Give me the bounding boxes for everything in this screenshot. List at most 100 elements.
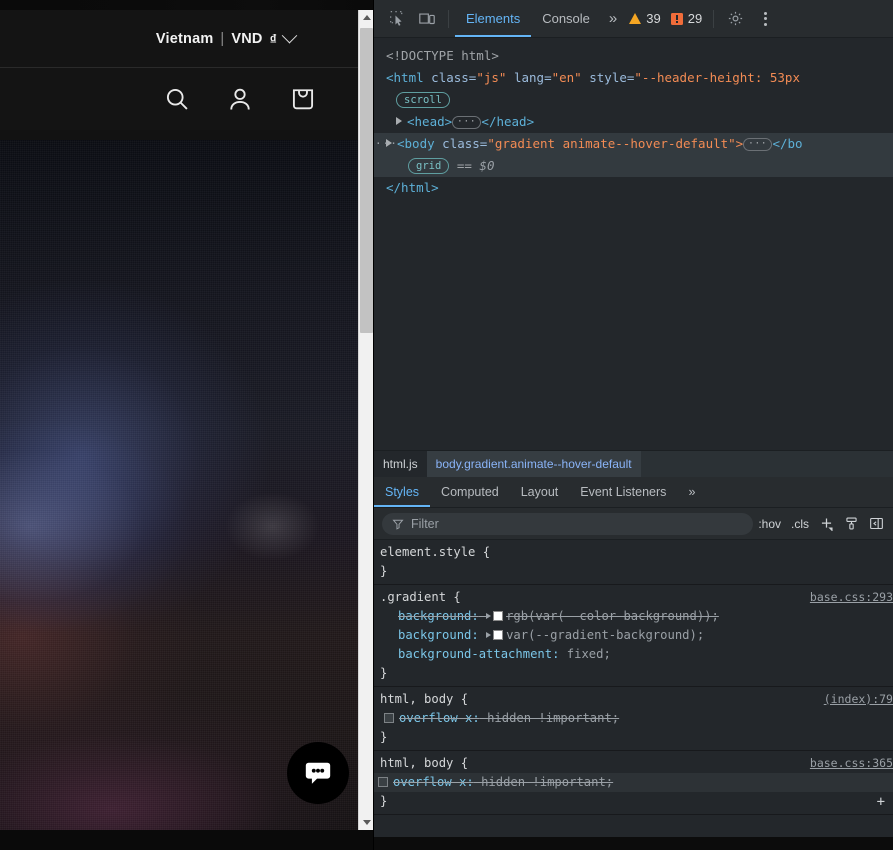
declaration-background-1[interactable]: background: rgb(var(--color-background))… bbox=[380, 607, 893, 626]
filter-placeholder: Filter bbox=[411, 516, 439, 531]
dom-line-html-open[interactable]: <html class="js" lang="en" style="--head… bbox=[374, 67, 893, 89]
declaration-checkbox[interactable] bbox=[384, 713, 394, 723]
tab-layout[interactable]: Layout bbox=[510, 477, 570, 507]
styles-rules-pane: element.style { } .gradient { base.css:2… bbox=[374, 540, 893, 837]
sidebar-more-tabs-icon[interactable]: » bbox=[677, 477, 706, 507]
errors-badge[interactable]: 29 bbox=[666, 11, 707, 26]
toolbar-divider bbox=[448, 9, 449, 28]
locale-country: Vietnam bbox=[155, 30, 214, 47]
collapsed-children-icon-body[interactable]: ··· bbox=[743, 138, 773, 151]
toolbar-divider-2 bbox=[713, 9, 715, 28]
hov-button[interactable]: :hov bbox=[753, 517, 786, 531]
style-rule-htmlbody-basecss: html, body { base.css:365 overflow-x: hi… bbox=[374, 751, 893, 815]
screen-root: Vietnam | VND ₫ Elements Console » 39 29… bbox=[0, 0, 893, 850]
search-icon[interactable] bbox=[163, 85, 191, 113]
rule-origin-link[interactable]: (index):79 bbox=[824, 690, 893, 709]
rule-close: } bbox=[380, 794, 388, 808]
add-style-rule-icon[interactable] bbox=[814, 516, 839, 531]
color-swatch-2[interactable] bbox=[493, 630, 504, 640]
tab-computed[interactable]: Computed bbox=[430, 477, 510, 507]
breadcrumb: html.js body.gradient.animate--hover-def… bbox=[374, 450, 893, 477]
filter-icon bbox=[392, 519, 404, 530]
dom-line-html-close: </html> bbox=[386, 180, 439, 195]
declaration-background-2[interactable]: background: var(--gradient-background); bbox=[380, 626, 893, 645]
scroll-down-arrow-icon[interactable] bbox=[359, 815, 373, 830]
rule-selector[interactable]: html, body { bbox=[380, 692, 468, 706]
tab-console[interactable]: Console bbox=[531, 0, 601, 37]
rule-close: } bbox=[380, 564, 388, 578]
rule-selector[interactable]: element.style { bbox=[380, 545, 490, 559]
scroll-badge[interactable]: scroll bbox=[396, 92, 450, 108]
rule-selector[interactable]: html, body { bbox=[380, 756, 468, 770]
breadcrumb-item-html[interactable]: html.js bbox=[374, 451, 427, 477]
browser-page-pane: Vietnam | VND ₫ bbox=[0, 0, 373, 850]
page-scrollbar[interactable] bbox=[358, 10, 373, 830]
color-swatch[interactable] bbox=[493, 611, 504, 621]
device-toolbar-icon[interactable] bbox=[412, 4, 442, 34]
devtools-panel: Elements Console » 39 29 <!DOCTYPE html>… bbox=[373, 0, 893, 850]
style-rule-htmlbody-index: html, body { (index):79 overflow-x: hidd… bbox=[374, 687, 893, 751]
error-square-icon bbox=[670, 12, 683, 25]
warnings-badge[interactable]: 39 bbox=[624, 11, 665, 26]
row-overflow-dots[interactable]: ··· bbox=[375, 133, 398, 155]
site-utility-bar: Vietnam | VND ₫ bbox=[0, 10, 373, 68]
dom-badge-scroll-row: scroll bbox=[374, 89, 893, 111]
kebab-menu-icon[interactable] bbox=[750, 4, 780, 34]
chevron-down-icon bbox=[281, 27, 298, 44]
declaration-background-attachment[interactable]: background-attachment: fixed; bbox=[380, 645, 893, 664]
locale-currency: VND bbox=[231, 30, 263, 47]
cls-button[interactable]: .cls bbox=[786, 517, 814, 531]
chat-bubble-icon[interactable] bbox=[287, 742, 349, 804]
style-rule-gradient: .gradient { base.css:293 background: rgb… bbox=[374, 585, 893, 687]
declaration-overflow-x-2[interactable]: overflow-x: hidden !important; bbox=[374, 773, 893, 792]
collapsed-children-icon[interactable]: ··· bbox=[452, 116, 482, 129]
dom-dollar-zero: $0 bbox=[479, 158, 495, 173]
rule-origin-link[interactable]: base.css:293 bbox=[810, 588, 893, 607]
styles-filter-row: Filter :hov .cls bbox=[374, 508, 893, 540]
style-rule-element: element.style { } bbox=[374, 540, 893, 585]
declaration-checkbox-2[interactable] bbox=[378, 777, 388, 787]
more-tabs-icon[interactable]: » bbox=[601, 10, 624, 27]
page-viewport: Vietnam | VND ₫ bbox=[0, 10, 373, 830]
dom-tree: <!DOCTYPE html> <html class="js" lang="e… bbox=[374, 38, 893, 450]
grain-overlay bbox=[0, 140, 373, 830]
dom-line-head[interactable]: <head> ··· </head> bbox=[374, 111, 893, 133]
site-nav-icons bbox=[0, 68, 373, 130]
page-top-strip bbox=[0, 0, 373, 10]
tab-elements[interactable]: Elements bbox=[455, 0, 531, 37]
account-icon[interactable] bbox=[226, 85, 254, 113]
rule-close: } bbox=[380, 730, 388, 744]
locale-selector[interactable]: Vietnam | VND ₫ bbox=[155, 27, 298, 47]
devtools-bottom-bar bbox=[374, 837, 893, 850]
warnings-count: 39 bbox=[646, 11, 661, 26]
scroll-up-arrow-icon[interactable] bbox=[359, 10, 373, 25]
tab-styles[interactable]: Styles bbox=[374, 477, 430, 507]
rule-selector[interactable]: .gradient { bbox=[380, 590, 461, 604]
rule-origin-link[interactable]: base.css:365 bbox=[810, 754, 893, 773]
dom-line-body[interactable]: ··· <body class="gradient animate--hover-… bbox=[374, 133, 893, 155]
dom-badge-grid-row: grid == $0 bbox=[374, 155, 893, 177]
page-bottom-strip bbox=[0, 830, 373, 850]
locale-currency-symbol: ₫ bbox=[269, 30, 277, 47]
gear-icon[interactable] bbox=[720, 4, 750, 34]
styles-sidebar-tabs: Styles Computed Layout Event Listeners » bbox=[374, 477, 893, 508]
add-declaration-button[interactable]: + bbox=[877, 793, 885, 812]
inspect-element-icon[interactable] bbox=[382, 4, 412, 34]
bag-icon[interactable] bbox=[289, 85, 317, 113]
errors-count: 29 bbox=[687, 11, 703, 26]
toggle-sidebar-icon[interactable] bbox=[864, 516, 889, 531]
declaration-overflow-x-1[interactable]: overflow-x: hidden !important; bbox=[380, 709, 893, 728]
grid-badge[interactable]: grid bbox=[408, 158, 450, 174]
breadcrumb-item-body[interactable]: body.gradient.animate--hover-default bbox=[426, 451, 641, 477]
dom-equals: == bbox=[456, 158, 472, 173]
dom-line-doctype: <!DOCTYPE html> bbox=[386, 48, 499, 63]
scrollbar-thumb[interactable] bbox=[360, 28, 373, 333]
filter-input[interactable]: Filter bbox=[382, 512, 754, 535]
rule-close: } bbox=[380, 666, 388, 680]
expand-caret-icon[interactable] bbox=[396, 117, 402, 125]
locale-separator: | bbox=[220, 30, 225, 47]
element-classes-icon[interactable] bbox=[839, 516, 864, 531]
warning-triangle-icon bbox=[629, 13, 642, 24]
tab-event-listeners[interactable]: Event Listeners bbox=[569, 477, 677, 507]
devtools-toolbar: Elements Console » 39 29 bbox=[374, 0, 893, 38]
